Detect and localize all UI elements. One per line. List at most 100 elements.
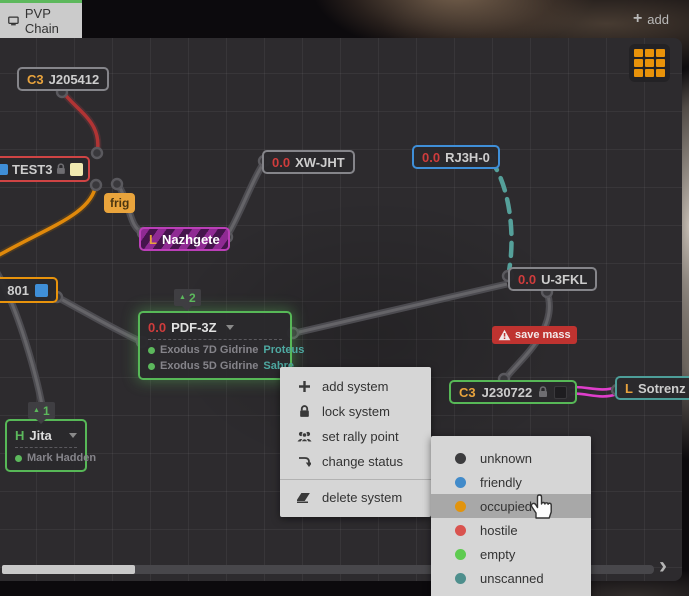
pilot-row: Exodus 5D Gidrine Sabre [148,358,282,374]
chevron-right-icon[interactable]: › [659,552,667,580]
plus-icon [296,381,312,392]
status-label: empty [480,547,515,562]
status-item-friendly[interactable]: friendly [431,470,591,494]
system-name: TEST3 [12,162,52,177]
pilot-ship: Proteus [263,344,304,356]
menu-item-change-status[interactable]: change status [280,449,431,474]
system-node-j205412[interactable]: C3 J205412 [17,67,109,91]
status-label: unscanned [480,571,544,586]
grid-layout-button[interactable] [629,44,670,82]
security-status: 0.0 [148,320,166,335]
security-status: 0.0 [422,150,440,165]
status-label: occupied [480,499,532,514]
status-dot-friendly [455,477,466,488]
lock-icon [296,405,312,418]
note-icon [70,163,83,176]
system-name: XW-JHT [295,155,345,170]
save-mass-badge: save mass [492,326,577,344]
pilot-online-icon [148,347,155,354]
system-node-801[interactable]: 801 [0,277,58,303]
status-submenu: unknown friendly occupied hostile empty … [431,436,591,596]
system-node-test3[interactable]: TEST3 [0,156,90,182]
eraser-icon [296,492,312,503]
status-item-occupied[interactable]: occupied [431,494,591,518]
menu-item-label: add system [322,379,388,394]
system-name: J205412 [49,72,100,87]
menu-item-label: change status [322,454,403,469]
pilot-name: Exodus 7D Gidrine [160,344,258,356]
pilot-name: Exodus 5D Gidrine [160,360,258,372]
menu-item-add-system[interactable]: add system [280,374,431,399]
arrow-up-icon: ▲ [33,407,40,414]
security-prefix: L [625,381,633,396]
system-node-u-3fkl[interactable]: 0.0 U-3FKL [508,267,597,291]
system-name: U-3FKL [541,272,587,287]
add-label: add [647,12,669,27]
jumps-count: 1 [43,404,50,418]
pilot-online-icon [15,455,22,462]
monitor-icon [8,15,19,27]
status-item-hostile[interactable]: hostile [431,518,591,542]
system-node-xw-jht[interactable]: 0.0 XW-JHT [262,150,355,174]
context-menu: add system lock system set rally point c… [280,367,431,517]
status-dot-occupied [455,501,466,512]
menu-separator [280,479,431,480]
system-name: RJ3H-0 [445,150,490,165]
system-node-nazhgete[interactable]: L Nazhgete [139,227,230,251]
system-class: C3 [459,385,476,400]
security-status: 0.0 [272,155,290,170]
menu-item-label: set rally point [322,429,399,444]
status-dot-empty [455,549,466,560]
wormhole-size-label[interactable]: frig [104,193,135,213]
status-label: unknown [480,451,532,466]
status-item-unknown[interactable]: unknown [431,446,591,470]
status-dot-hostile [455,525,466,536]
warning-icon [498,329,511,341]
status-dot-unknown [455,453,466,464]
tab-label: PVP Chain [25,6,74,36]
system-name: PDF-3Z [171,320,217,335]
security-prefix: L [149,232,157,247]
arrow-branch-icon [296,456,312,468]
pilot-online-icon [148,363,155,370]
status-dot-unscanned [455,573,466,584]
jumps-badge: ▲ 1 [28,402,55,419]
status-label: hostile [480,523,518,538]
system-node-pdf-3z[interactable]: 0.0 PDF-3Z Exodus 7D Gidrine Proteus Exo… [138,311,292,380]
system-node-rj3h-0[interactable]: 0.0 RJ3H-0 [412,145,500,169]
system-node-sotrenz[interactable]: L Sotrenz [615,376,689,400]
security-status: 0.0 [518,272,536,287]
tab-pvp-chain[interactable]: PVP Chain [0,0,82,38]
arrow-up-icon: ▲ [179,294,186,301]
system-name: Nazhgete [162,232,220,247]
scrollbar-thumb[interactable] [2,565,135,574]
plus-icon: + [633,11,642,27]
security-prefix: H [15,428,24,443]
note-icon [554,386,567,399]
add-map-button[interactable]: + add [633,11,669,27]
pilot-row: Mark Hadden [15,450,77,466]
menu-item-set-rally-point[interactable]: set rally point [280,424,431,449]
chevron-down-icon[interactable] [69,433,77,438]
region-tag-icon [35,284,48,297]
system-node-j230722[interactable]: C3 J230722 [449,380,577,404]
save-mass-text: save mass [515,329,571,341]
status-item-unscanned[interactable]: unscanned [431,566,591,590]
hand-cursor-icon [527,492,553,520]
region-tag-icon [0,164,8,175]
status-label: friendly [480,475,522,490]
pilot-row: Exodus 7D Gidrine Proteus [148,342,282,358]
lock-icon [56,163,66,175]
system-node-jita[interactable]: H Jita Mark Hadden [5,419,87,472]
jumps-badge: ▲ 2 [174,289,201,306]
system-name: J230722 [482,385,533,400]
system-name: Sotrenz [638,381,686,396]
system-class: C3 [27,72,44,87]
menu-item-lock-system[interactable]: lock system [280,399,431,424]
menu-item-delete-system[interactable]: delete system [280,485,431,510]
chevron-down-icon[interactable] [226,325,234,330]
status-item-empty[interactable]: empty [431,542,591,566]
system-name: Jita [29,428,51,443]
users-icon [296,431,312,443]
wormhole-size-text: frig [110,196,129,210]
